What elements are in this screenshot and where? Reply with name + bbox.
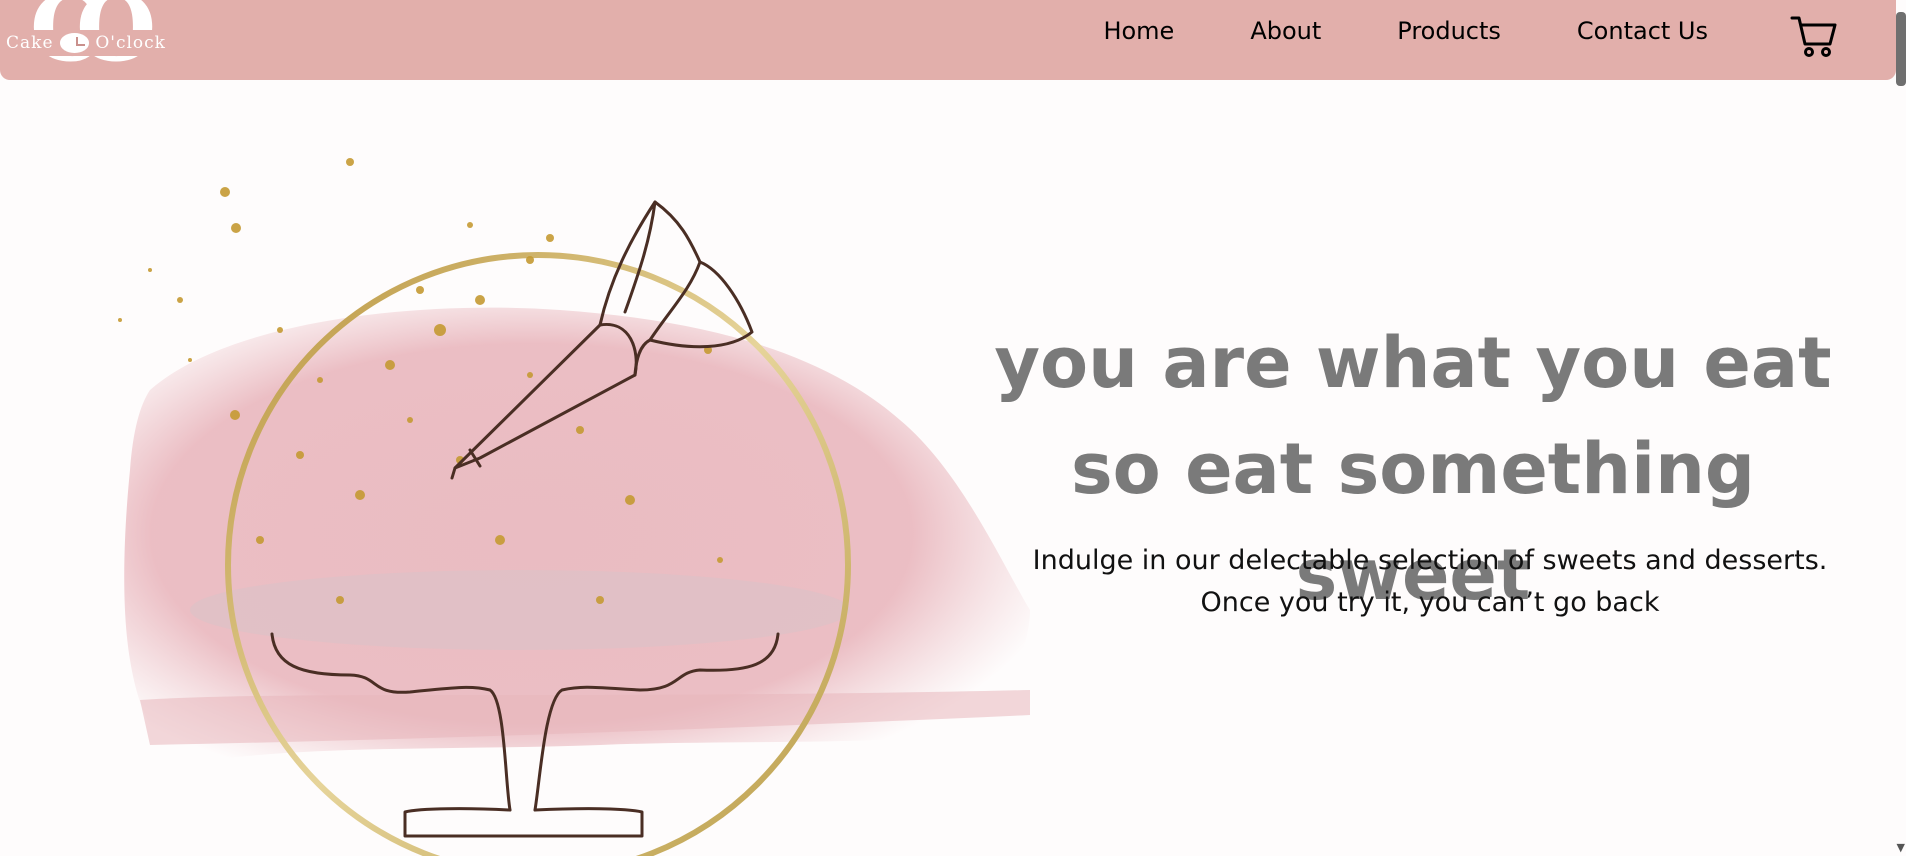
- navbar: C O Cake O'clock Home About Products Con…: [0, 0, 1896, 80]
- nav-link-home[interactable]: Home: [1103, 17, 1174, 45]
- page-scrollbar[interactable]: [1896, 12, 1906, 86]
- logo-wordmark: Cake O'clock: [6, 30, 166, 56]
- logo-name-right: O'clock: [95, 33, 166, 53]
- cart-icon[interactable]: [1790, 14, 1838, 58]
- logo-name-left: Cake: [6, 33, 54, 53]
- hero-illustration: [118, 158, 1030, 856]
- brand-logo[interactable]: C O Cake O'clock: [6, 0, 166, 80]
- main-nav: Home About Products Contact Us: [1027, 0, 1708, 62]
- clock-icon: [59, 33, 90, 53]
- hero-subtext: Indulge in our delectable selection of s…: [1032, 545, 1828, 618]
- nav-link-contact-us[interactable]: Contact Us: [1577, 17, 1708, 45]
- scroll-down-arrow-icon[interactable]: ▼: [1897, 841, 1905, 854]
- nav-link-about[interactable]: About: [1250, 17, 1321, 45]
- nav-link-products[interactable]: Products: [1397, 17, 1501, 45]
